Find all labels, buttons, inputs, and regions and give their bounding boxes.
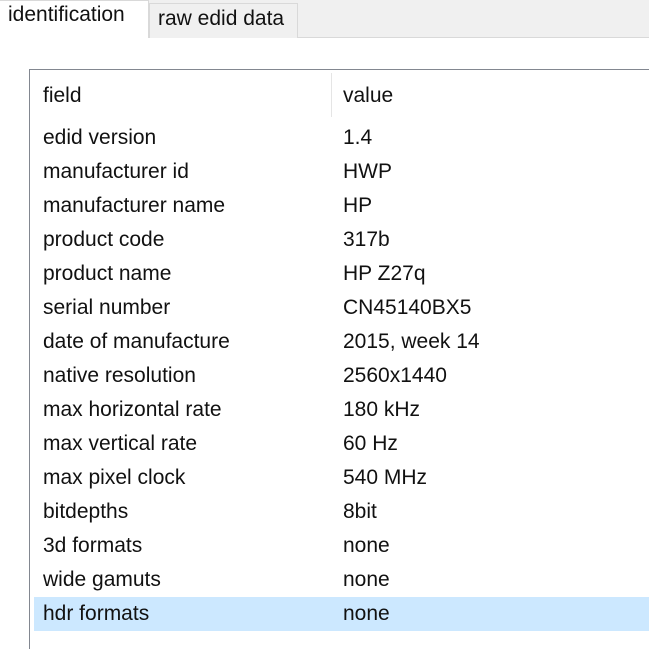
tab-raw-edid-data[interactable]: raw edid data — [149, 3, 298, 38]
field-cell: manufacturer id — [43, 160, 189, 183]
edid-field-list[interactable]: field value edid version 1.4 manufacturer … — [29, 69, 649, 649]
table-row[interactable]: product name HP Z27q — [30, 257, 649, 291]
table-row[interactable]: date of manufacture 2015, week 14 — [30, 325, 649, 359]
value-cell: none — [343, 568, 390, 591]
list-header: field value — [30, 70, 649, 119]
value-cell: none — [343, 534, 390, 557]
table-row[interactable]: hdr formats none — [34, 597, 649, 631]
field-cell: product name — [43, 262, 172, 285]
value-cell: 2015, week 14 — [343, 330, 480, 353]
field-cell: product code — [43, 228, 165, 251]
field-cell: max vertical rate — [43, 432, 198, 455]
field-cell: native resolution — [43, 364, 196, 387]
field-cell: manufacturer name — [43, 194, 226, 217]
column-header-value[interactable]: value — [343, 70, 393, 119]
value-cell: 1.4 — [343, 126, 373, 149]
table-row[interactable]: wide gamuts none — [30, 563, 649, 597]
table-row[interactable]: native resolution 2560x1440 — [30, 359, 649, 393]
value-cell: 180 kHz — [343, 398, 421, 421]
field-cell: edid version — [43, 126, 157, 149]
field-cell: 3d formats — [43, 534, 143, 557]
table-row[interactable]: 3d formats none — [30, 529, 649, 563]
field-cell: max horizontal rate — [43, 398, 222, 421]
value-cell: HWP — [343, 160, 392, 183]
column-header-field[interactable]: field — [43, 70, 82, 119]
column-divider[interactable] — [331, 73, 332, 117]
value-cell: 2560x1440 — [343, 364, 447, 387]
list-rows: edid version 1.4 manufacturer id HWP manufac… — [30, 121, 649, 631]
value-cell: CN45140BX5 — [343, 296, 472, 319]
value-cell: HP Z27q — [343, 262, 426, 285]
table-row[interactable]: edid version 1.4 — [30, 121, 649, 155]
value-cell: none — [343, 602, 390, 625]
field-cell: date of manufacture — [43, 330, 230, 353]
table-row[interactable]: max vertical rate 60 Hz — [30, 427, 649, 461]
tab-identification[interactable]: identification — [0, 0, 149, 38]
table-row[interactable]: product code 317b — [30, 223, 649, 257]
value-cell: 540 MHz — [343, 466, 428, 489]
value-cell: HP — [343, 194, 373, 217]
table-row[interactable]: serial number CN45140BX5 — [30, 291, 649, 325]
field-cell: serial number — [43, 296, 171, 319]
table-row[interactable]: manufacturer id HWP — [30, 155, 649, 189]
edid-window: raw edid data identification field value… — [0, 0, 649, 649]
field-cell: max pixel clock — [43, 466, 186, 489]
tab-strip: raw edid data identification — [0, 0, 649, 38]
value-cell: 60 Hz — [343, 432, 398, 455]
value-cell: 8bit — [343, 500, 377, 523]
table-row[interactable]: max horizontal rate 180 kHz — [30, 393, 649, 427]
value-cell: 317b — [343, 228, 390, 251]
field-cell: hdr formats — [43, 602, 150, 625]
table-row[interactable]: max pixel clock 540 MHz — [30, 461, 649, 495]
field-cell: bitdepths — [43, 500, 129, 523]
table-row[interactable]: manufacturer name HP — [30, 189, 649, 223]
table-row[interactable]: bitdepths 8bit — [30, 495, 649, 529]
field-cell: wide gamuts — [43, 568, 161, 591]
